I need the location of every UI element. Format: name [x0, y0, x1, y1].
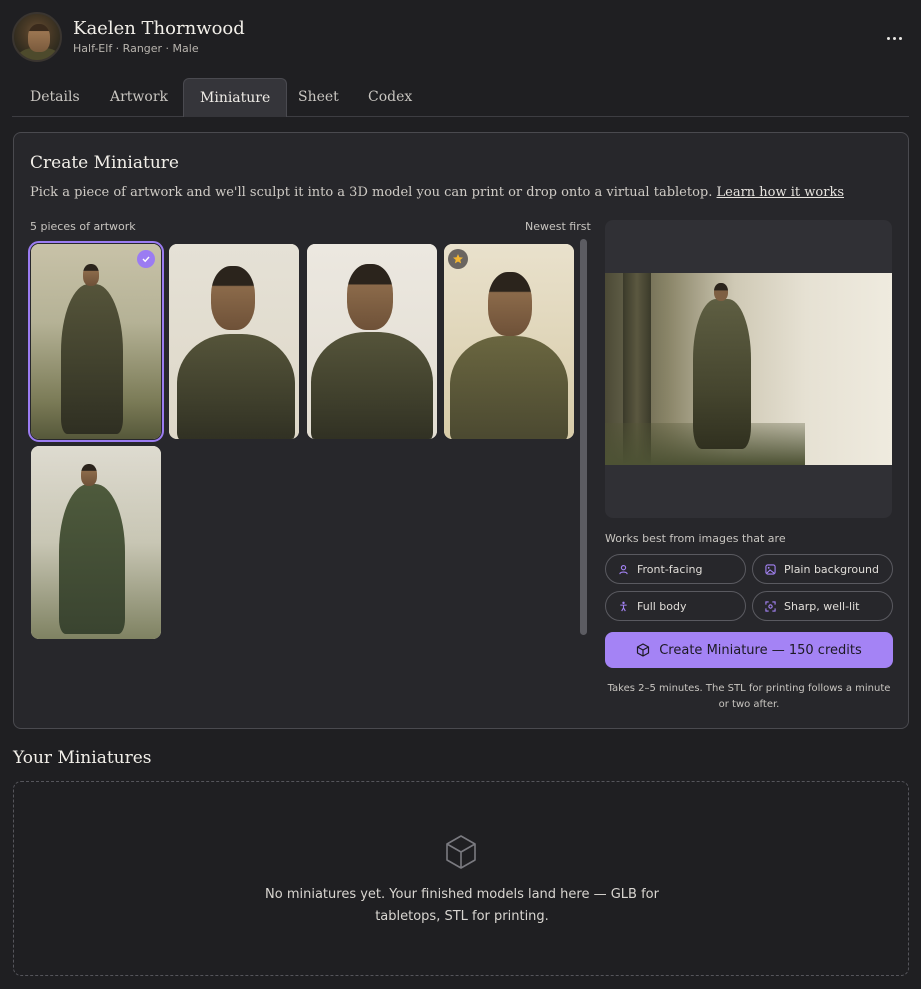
- artwork-preview: [605, 220, 892, 518]
- character-avatar: [12, 12, 62, 62]
- miniatures-title: Your Miniatures: [13, 748, 152, 768]
- panel-title: Create Miniature: [30, 153, 179, 173]
- cube-icon: [637, 643, 650, 657]
- create-footnote: Takes 2–5 minutes. The STL for printing …: [607, 683, 891, 710]
- tab-details[interactable]: Details: [14, 78, 96, 117]
- tab-sheet[interactable]: Sheet: [282, 78, 355, 117]
- tab-artwork[interactable]: Artwork: [94, 78, 184, 117]
- learn-how-link[interactable]: Learn how it works: [717, 185, 845, 200]
- tab-bar: Details Artwork Miniature Sheet Codex: [12, 78, 909, 117]
- tab-miniature[interactable]: Miniature: [183, 78, 288, 117]
- works-best-label: Works best from images that are: [605, 532, 786, 545]
- star-icon: [448, 249, 468, 269]
- artwork-thumbnail[interactable]: [28, 241, 164, 442]
- sort-dropdown[interactable]: Newest first: [525, 220, 591, 233]
- preview-image: [605, 273, 892, 465]
- create-miniature-panel: Create Miniature Pick a piece of artwork…: [13, 132, 909, 729]
- focus-icon: [765, 600, 776, 612]
- user-icon: [619, 564, 628, 574]
- artwork-thumbnail[interactable]: [169, 244, 299, 439]
- artwork-count: 5 pieces of artwork: [30, 220, 136, 233]
- more-horizontal-icon: [886, 36, 890, 40]
- image-icon: [765, 563, 776, 575]
- artwork-scrollbar[interactable]: [580, 239, 587, 635]
- empty-message: No miniatures yet. Your finished models …: [265, 887, 659, 924]
- character-subtitle: Half-Elf · Ranger · Male: [73, 42, 199, 55]
- character-header: Kaelen Thornwood Half-Elf · Ranger · Mal…: [12, 12, 909, 64]
- artwork-thumbnail[interactable]: [444, 244, 574, 439]
- panel-description: Pick a piece of artwork and we'll sculpt…: [30, 185, 845, 200]
- create-miniature-button[interactable]: Create Miniature — 150 credits: [605, 632, 893, 668]
- miniatures-empty-state: No miniatures yet. Your finished models …: [13, 781, 909, 976]
- selected-check-icon: [137, 250, 155, 268]
- tip-chip-front-facing: Front-facing: [605, 554, 746, 584]
- character-name: Kaelen Thornwood: [73, 18, 245, 39]
- tip-chip-sharp-well-lit: Sharp, well-lit: [752, 591, 893, 621]
- tip-chip-plain-background: Plain background: [752, 554, 893, 584]
- tip-chip-full-body: Full body: [605, 591, 746, 621]
- artwork-thumbnail[interactable]: [307, 244, 437, 439]
- more-options-button[interactable]: [883, 28, 905, 48]
- cube-icon: [446, 835, 476, 869]
- person-standing-icon: [620, 601, 627, 611]
- tab-codex[interactable]: Codex: [352, 78, 428, 117]
- artwork-thumbnail[interactable]: [31, 446, 161, 639]
